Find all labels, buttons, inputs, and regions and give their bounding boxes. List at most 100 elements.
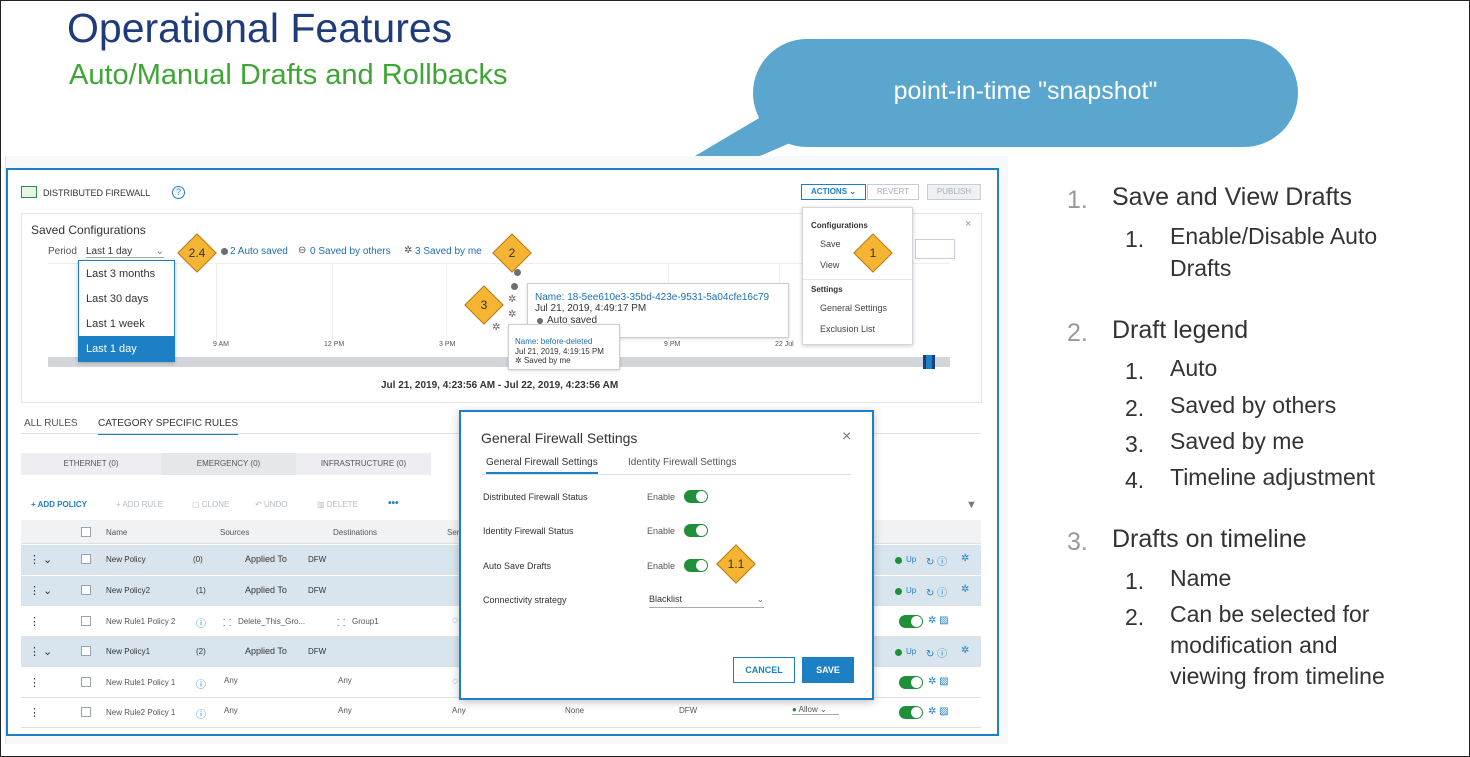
settings-icon[interactable]: ✲ ▨ xyxy=(928,615,949,626)
row-checkbox[interactable] xyxy=(81,585,91,595)
settings-icon[interactable]: ✲ xyxy=(961,584,969,595)
legend-others[interactable]: 0 Saved by others xyxy=(310,246,391,257)
draft-marker-gear-icon[interactable]: ✲ xyxy=(508,309,516,320)
column-sources[interactable]: Sources xyxy=(220,528,249,537)
period-option-selected[interactable]: Last 1 day xyxy=(79,336,174,361)
category-emergency[interactable]: EMERGENCY (0) xyxy=(161,453,296,475)
revert-button[interactable]: REVERT xyxy=(867,184,919,200)
info-icon[interactable]: ⓘ xyxy=(196,615,206,630)
category-infrastructure[interactable]: INFRASTRUCTURE (0) xyxy=(296,453,431,475)
row-checkbox[interactable] xyxy=(81,616,91,626)
rule-toggle[interactable] xyxy=(899,615,923,628)
row-checkbox[interactable] xyxy=(81,677,91,687)
kebab-icon[interactable]: ⋮ ⌄ xyxy=(29,584,52,597)
kebab-icon[interactable]: ⋮ ⌄ xyxy=(29,553,52,566)
outline-item: Saved by me xyxy=(1170,428,1305,454)
rule-profile: None xyxy=(565,706,585,715)
chevron-down-icon: ⌄ xyxy=(819,705,827,714)
kebab-icon[interactable]: ⋮ xyxy=(29,706,40,719)
category-ethernet[interactable]: ETHERNET (0) xyxy=(21,453,161,475)
close-icon[interactable]: × xyxy=(842,428,851,446)
rule-destination: Any xyxy=(338,706,352,715)
group-icon: ⸬ xyxy=(337,618,346,629)
rule-action-select[interactable]: ● Allow ⌄ xyxy=(792,705,839,715)
legend-auto[interactable]: 2 Auto saved xyxy=(230,246,288,257)
distributed-firewall-toggle[interactable] xyxy=(684,490,708,503)
menu-divider xyxy=(803,279,912,280)
tooltip-type-row: ✲ Saved by me xyxy=(515,356,571,365)
range-label: Jul 21, 2019, 4:23:56 AM - Jul 22, 2019,… xyxy=(381,380,619,391)
legend-me[interactable]: 3 Saved by me xyxy=(415,246,482,257)
column-name[interactable]: Name xyxy=(106,528,127,537)
status-dot-icon xyxy=(895,649,902,656)
info-icon[interactable]: ⓘ xyxy=(196,706,206,721)
policy-name: New Policy2 xyxy=(106,586,151,595)
applied-to-value: DFW xyxy=(308,555,327,564)
settings-icon[interactable]: ✲ xyxy=(961,553,969,564)
kebab-icon[interactable]: ⋮ ⌄ xyxy=(29,645,52,658)
close-icon[interactable]: × xyxy=(965,218,971,230)
add-policy-button[interactable]: + ADD POLICY xyxy=(31,500,87,509)
actions-button[interactable]: ACTIONS ⌄ xyxy=(801,184,866,200)
help-icon[interactable]: ? xyxy=(172,186,185,199)
timeline-range-slider[interactable] xyxy=(48,357,950,367)
period-option[interactable]: Last 3 months xyxy=(79,261,174,286)
settings-icon[interactable]: ✲ ▨ xyxy=(928,706,949,717)
status-dot-icon: ● xyxy=(792,705,799,714)
menu-item-view[interactable]: View xyxy=(820,260,839,270)
info-icon[interactable]: ⓘ xyxy=(196,676,206,691)
rule-destination: Group1 xyxy=(352,617,379,626)
row-checkbox[interactable] xyxy=(81,646,91,656)
settings-icon[interactable]: ✲ ▨ xyxy=(928,676,949,687)
auto-save-drafts-toggle[interactable] xyxy=(684,559,708,572)
outline-number: 2. xyxy=(1067,319,1088,347)
column-services[interactable]: Ser xyxy=(447,528,459,537)
timeline-handle[interactable] xyxy=(923,355,935,369)
kebab-icon[interactable]: ⋮ xyxy=(29,615,40,628)
table-row[interactable]: ⋮ New Rule2 Policy 1 ⓘ Any Any Any None … xyxy=(21,698,981,728)
connectivity-select[interactable]: Blacklist ⌄ xyxy=(649,594,764,608)
setting-label: Connectivity strategy xyxy=(483,595,567,605)
menu-item-exclusion-list[interactable]: Exclusion List xyxy=(820,324,875,334)
refresh-icon[interactable]: ↻ ⓘ xyxy=(926,553,947,568)
applied-to-value: DFW xyxy=(308,586,327,595)
menu-item-save[interactable]: Save xyxy=(820,239,841,249)
tooltip-name[interactable]: Name: before-deleted xyxy=(515,337,592,346)
delete-button[interactable]: ▥ DELETE xyxy=(317,500,358,509)
more-icon[interactable]: ••• xyxy=(388,498,399,509)
rule-toggle[interactable] xyxy=(899,706,923,719)
rule-name: New Rule1 Policy 2 xyxy=(106,617,176,626)
draft-marker-gear-icon[interactable]: ✲ xyxy=(492,322,500,333)
filter-icon[interactable]: ▼ xyxy=(966,499,977,511)
period-option[interactable]: Last 30 days xyxy=(79,286,174,311)
service-icon: ◌ xyxy=(452,615,458,626)
tab-all-rules[interactable]: ALL RULES xyxy=(24,418,78,429)
period-option[interactable]: Last 1 week xyxy=(79,311,174,336)
undo-button[interactable]: ↶ UNDO xyxy=(255,500,288,509)
row-checkbox[interactable] xyxy=(81,707,91,717)
search-input[interactable] xyxy=(915,239,955,259)
outline-item: modification and xyxy=(1170,632,1338,658)
settings-icon[interactable]: ✲ xyxy=(961,645,969,656)
kebab-icon[interactable]: ⋮ xyxy=(29,676,40,689)
clone-button[interactable]: ▢ CLONE xyxy=(192,500,229,509)
row-checkbox[interactable] xyxy=(81,554,91,564)
draft-marker[interactable] xyxy=(511,283,518,290)
draft-marker[interactable] xyxy=(514,269,521,276)
rule-toggle[interactable] xyxy=(899,676,923,689)
tab-identity-firewall[interactable]: Identity Firewall Settings xyxy=(628,457,736,468)
select-all-checkbox[interactable] xyxy=(81,527,91,537)
column-destinations[interactable]: Destinations xyxy=(333,528,377,537)
publish-button[interactable]: PUBLISH xyxy=(927,184,981,200)
identity-firewall-toggle[interactable] xyxy=(684,524,708,537)
cancel-button[interactable]: CANCEL xyxy=(733,657,795,683)
refresh-icon[interactable]: ↻ ⓘ xyxy=(926,584,947,599)
draft-marker-gear-icon[interactable]: ✲ xyxy=(508,294,516,305)
save-button[interactable]: SAVE xyxy=(802,657,854,683)
tab-general-firewall[interactable]: General Firewall Settings xyxy=(486,457,598,474)
period-select[interactable]: Last 1 day ⌄ xyxy=(86,246,164,258)
add-rule-button[interactable]: + ADD RULE xyxy=(116,500,163,509)
refresh-icon[interactable]: ↻ ⓘ xyxy=(926,645,947,660)
menu-item-general-settings[interactable]: General Settings xyxy=(820,303,887,313)
tooltip-name[interactable]: Name: 18-5ee610e3-35bd-423e-9531-5a04cfe… xyxy=(535,292,769,303)
